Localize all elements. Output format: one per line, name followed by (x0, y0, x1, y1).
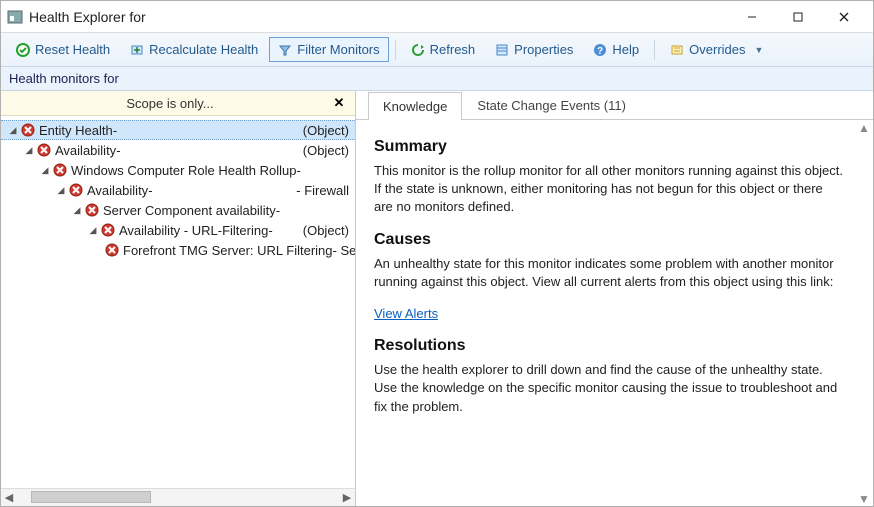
resolutions-text: Use the health explorer to drill down an… (374, 361, 845, 416)
tree-twisty-icon[interactable]: ◢ (39, 165, 51, 176)
knowledge-content: Summary This monitor is the rollup monit… (356, 120, 873, 506)
error-state-icon (21, 123, 35, 137)
titlebar: Health Explorer for (1, 1, 873, 33)
horizontal-scrollbar[interactable]: ◀ ▶ (1, 488, 355, 506)
tree-node-suffix: - (268, 223, 272, 238)
filter-monitors-button[interactable]: Filter Monitors (269, 37, 388, 62)
properties-icon (495, 43, 509, 57)
overrides-icon (670, 43, 684, 57)
check-circle-icon (16, 43, 30, 57)
toolbar-separator (395, 40, 396, 60)
tree-node-type: - Firewall (296, 183, 349, 198)
tree-node[interactable]: ◢ Availability - - Firewall (1, 180, 355, 200)
causes-text: An unhealthy state for this monitor indi… (374, 255, 845, 291)
tree-node[interactable]: ◢ Server Component availability - (1, 200, 355, 220)
error-state-icon (37, 143, 51, 157)
chevron-down-icon: ▼ (755, 45, 764, 55)
properties-button[interactable]: Properties (486, 37, 582, 62)
svg-text:?: ? (597, 46, 603, 57)
error-state-icon (105, 243, 119, 257)
tree-node-suffix: - (148, 183, 152, 198)
tree-node-suffix: - (296, 163, 300, 178)
tree-node-type: (Object) (303, 143, 349, 158)
scope-label: Scope is only... (9, 96, 331, 111)
tree-node[interactable]: ◢ Entity Health - (Object) (1, 120, 355, 140)
tree-node-label: Availability - URL-Filtering (119, 223, 268, 238)
tree-node-label: Forefront TMG Server: URL Filtering (123, 243, 333, 258)
minimize-button[interactable] (729, 3, 775, 31)
scroll-left-arrow[interactable]: ◀ (1, 491, 17, 504)
tree-twisty-icon[interactable]: ◢ (7, 125, 19, 136)
filter-icon (278, 43, 292, 57)
error-state-icon (69, 183, 83, 197)
tree-node-suffix: - (276, 203, 280, 218)
maximize-button[interactable] (775, 3, 821, 31)
scope-bar: Scope is only... ✕ (1, 91, 355, 116)
tree-node-suffix: - (113, 123, 117, 138)
summary-text: This monitor is the rollup monitor for a… (374, 162, 845, 217)
tree-twisty-icon[interactable]: ◢ (87, 225, 99, 236)
tree-node-type: (Object) (303, 223, 349, 238)
tree-twisty-icon[interactable]: ◢ (71, 205, 83, 216)
tab-state-change-events[interactable]: State Change Events (11) (462, 91, 641, 119)
scroll-up-arrow[interactable]: ▲ (858, 121, 870, 135)
error-state-icon (101, 223, 115, 237)
window-title: Health Explorer for (29, 9, 729, 25)
tab-knowledge[interactable]: Knowledge (368, 92, 462, 120)
toolbar-separator (654, 40, 655, 60)
tree-node[interactable]: ◢ Windows Computer Role Health Rollup - (1, 160, 355, 180)
summary-heading: Summary (374, 138, 845, 156)
tree-node-label: Availability (87, 183, 148, 198)
scroll-down-arrow[interactable]: ▼ (858, 492, 870, 506)
scroll-thumb[interactable] (31, 491, 151, 503)
tree-node[interactable]: Forefront TMG Server: URL Filtering - Se… (1, 240, 355, 260)
tree-node-suffix: - (116, 143, 120, 158)
view-alerts-link[interactable]: View Alerts (374, 306, 438, 321)
causes-heading: Causes (374, 231, 845, 249)
vertical-scrollbar[interactable]: ▲ ▼ (855, 121, 873, 506)
tree-node[interactable]: ◢ Availability - (Object) (1, 140, 355, 160)
tree-node-label: Windows Computer Role Health Rollup (71, 163, 296, 178)
tree-node-type: (Object) (303, 123, 349, 138)
tree-node-label: Availability (55, 143, 116, 158)
close-button[interactable] (821, 3, 867, 31)
tabs: Knowledge State Change Events (11) (356, 91, 873, 120)
refresh-icon (411, 43, 425, 57)
monitors-tree[interactable]: ◢ Entity Health - (Object) ◢ Availability -… (1, 116, 355, 488)
tree-twisty-icon[interactable]: ◢ (23, 145, 35, 156)
scroll-right-arrow[interactable]: ▶ (339, 491, 355, 504)
help-icon: ? (593, 43, 607, 57)
error-state-icon (53, 163, 67, 177)
health-explorer-window: Health Explorer for Reset Health Recalcu… (0, 0, 874, 507)
scope-close-button[interactable]: ✕ (331, 95, 347, 111)
refresh-button[interactable]: Refresh (402, 37, 485, 62)
tree-twisty-icon[interactable]: ◢ (55, 185, 67, 196)
tree-node-label: Entity Health (39, 123, 113, 138)
tree-node-label: Server Component availability (103, 203, 276, 218)
tree-node-suffix: - Server (333, 243, 356, 258)
toolbar: Reset Health Recalculate Health Filter M… (1, 33, 873, 67)
details-pane: Knowledge State Change Events (11) Summa… (356, 91, 873, 506)
resolutions-heading: Resolutions (374, 337, 845, 355)
recalculate-health-button[interactable]: Recalculate Health (121, 37, 267, 62)
tree-pane: Scope is only... ✕ ◢ Entity Health - (Obj… (1, 91, 356, 506)
tree-node[interactable]: ◢ Availability - URL-Filtering - (Object) (1, 220, 355, 240)
overrides-button[interactable]: Overrides ▼ (661, 37, 772, 62)
recalculate-icon (130, 43, 144, 57)
reset-health-button[interactable]: Reset Health (7, 37, 119, 62)
app-icon (7, 9, 23, 25)
help-button[interactable]: ? Help (584, 37, 648, 62)
subheader: Health monitors for (1, 67, 873, 91)
error-state-icon (85, 203, 99, 217)
